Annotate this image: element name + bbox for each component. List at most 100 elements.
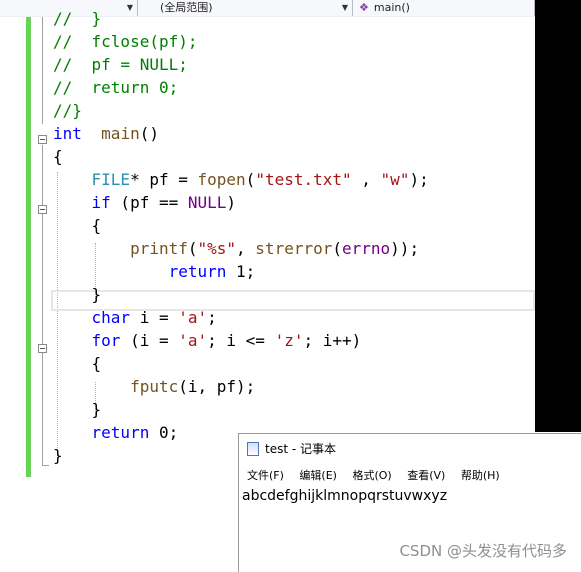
menu-file[interactable]: 文件(F) [247, 467, 284, 483]
code-token: { [53, 147, 63, 166]
function-dropdown[interactable]: ❖ main() [353, 0, 535, 16]
outline-line [42, 145, 43, 465]
code-token: return [168, 262, 227, 281]
notepad-title: test - 记事本 [265, 442, 337, 456]
code-token: for [91, 331, 121, 350]
code-token: * pf = [130, 170, 198, 189]
code-token: (i, pf); [178, 377, 256, 396]
collapse-main-button[interactable] [38, 135, 47, 144]
collapse-for-button[interactable] [38, 344, 47, 353]
code-token: // pf = NULL; [53, 55, 188, 74]
code-line[interactable]: FILE* pf = fopen("test.txt" , "w"); [53, 168, 429, 191]
code-token: } [53, 285, 102, 304]
code-token: ( [332, 239, 342, 258]
code-line[interactable]: } [53, 283, 102, 306]
code-line[interactable]: char i = 'a'; [53, 306, 217, 329]
code-line[interactable]: return 1; [53, 260, 256, 283]
code-token: } [53, 446, 63, 465]
code-line[interactable]: // pf = NULL; [53, 53, 188, 76]
code-token: i = [130, 308, 179, 327]
code-line[interactable]: { [53, 214, 102, 237]
code-token: 0; [149, 423, 179, 442]
code-token: , [236, 239, 256, 258]
scope-dropdown[interactable]: (全局范围) ▼ [138, 0, 353, 16]
code-token: //} [53, 101, 82, 120]
code-token: "test.txt" [255, 170, 352, 189]
code-token: ( [187, 239, 198, 258]
csdn-watermark: CSDN @头发没有代码多 [399, 542, 567, 560]
code-line[interactable]: } [53, 444, 63, 467]
code-token: } [53, 400, 102, 419]
code-token: return [91, 423, 150, 442]
notepad-text-area[interactable]: abcdefghijklmnopqrstuvwxyz [242, 488, 447, 504]
code-token: printf [130, 239, 188, 258]
code-token: // fclose(pf); [53, 32, 198, 51]
outline-line [42, 17, 43, 124]
change-tracking-bar [26, 17, 31, 477]
code-token: ); [409, 170, 429, 189]
code-token: strerror [255, 239, 333, 258]
code-line[interactable]: int main() [53, 122, 159, 145]
code-token: "%s" [197, 239, 237, 258]
code-line[interactable]: { [53, 352, 102, 375]
code-line[interactable]: // fclose(pf); [53, 30, 198, 53]
code-line[interactable]: for (i = 'a'; i <= 'z'; i++) [53, 329, 362, 352]
code-token: 'z' [274, 331, 304, 350]
code-line[interactable]: { [53, 145, 63, 168]
code-token: if [91, 193, 111, 212]
notepad-title-bar: test - 记事本 [247, 440, 336, 457]
menu-format[interactable]: 格式(O) [352, 467, 391, 483]
code-token: // } [53, 9, 102, 28]
code-token: "w" [380, 170, 410, 189]
code-line[interactable]: fputc(i, pf); [53, 375, 255, 398]
code-token: 1; [226, 262, 256, 281]
code-token: // return 0; [53, 78, 179, 97]
code-line[interactable]: printf("%s", strerror(errno)); [53, 237, 419, 260]
code-token: )); [390, 239, 420, 258]
code-token: fputc [130, 377, 179, 396]
code-token: errno [342, 239, 391, 258]
code-token: { [53, 216, 102, 235]
code-line[interactable]: } [53, 398, 102, 421]
menu-view[interactable]: 查看(V) [407, 467, 445, 483]
code-token: ; [207, 308, 217, 327]
code-token: 'a' [178, 308, 208, 327]
function-cube-icon: ❖ [359, 1, 369, 14]
background-window [535, 0, 581, 432]
code-token: NULL [187, 193, 227, 212]
code-token: (i = [120, 331, 179, 350]
chevron-down-icon: ▼ [341, 3, 348, 12]
code-token: int [53, 124, 82, 143]
code-token: (pf == [110, 193, 188, 212]
code-token: , [351, 170, 381, 189]
notepad-menu-bar: 文件(F) 编辑(E) 格式(O) 查看(V) 帮助(H) [247, 467, 512, 483]
code-token: char [91, 308, 131, 327]
code-token: ) [226, 193, 237, 212]
outline-end [42, 465, 49, 466]
code-line[interactable]: return 0; [53, 421, 179, 444]
code-token: ; i++) [303, 331, 362, 350]
notepad-icon [247, 442, 259, 456]
code-token: 'a' [178, 331, 208, 350]
code-token: { [53, 354, 102, 373]
code-token: fopen [197, 170, 246, 189]
code-line[interactable]: //} [53, 99, 82, 122]
code-line[interactable]: if (pf == NULL) [53, 191, 237, 214]
code-token: () [139, 124, 159, 143]
code-line[interactable]: // return 0; [53, 76, 178, 99]
code-token: ; i <= [207, 331, 275, 350]
code-line[interactable]: // } [53, 7, 101, 30]
collapse-if-button[interactable] [38, 205, 47, 214]
code-token: FILE [91, 170, 131, 189]
menu-help[interactable]: 帮助(H) [461, 467, 500, 483]
code-token: ( [245, 170, 256, 189]
menu-edit[interactable]: 编辑(E) [299, 467, 337, 483]
